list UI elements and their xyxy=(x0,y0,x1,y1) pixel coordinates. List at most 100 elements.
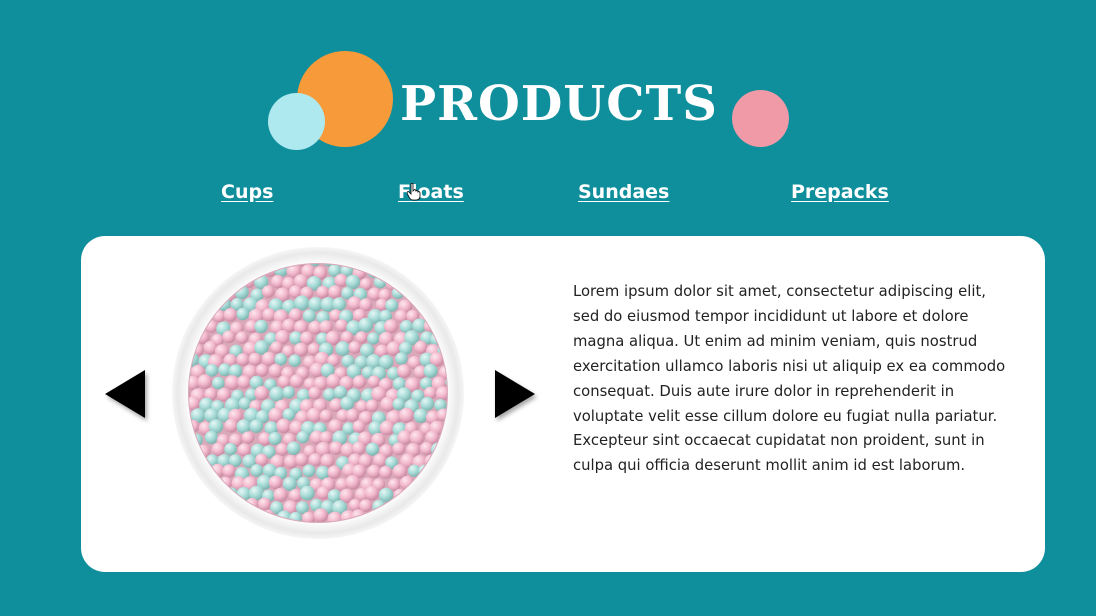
bead xyxy=(352,375,367,389)
bead xyxy=(335,319,348,332)
bead xyxy=(261,285,275,298)
bead xyxy=(414,340,428,354)
bead xyxy=(236,307,250,321)
product-description: Lorem ipsum dolor sit amet, consectetur … xyxy=(573,283,1006,475)
bead xyxy=(296,430,310,444)
next-arrow-icon[interactable] xyxy=(495,370,535,418)
bead xyxy=(316,285,330,299)
bead xyxy=(255,363,269,377)
bead xyxy=(302,309,316,323)
bead xyxy=(254,386,269,401)
bead xyxy=(365,442,380,456)
bead xyxy=(197,374,213,390)
bead xyxy=(313,508,329,522)
bead xyxy=(268,432,282,446)
bead xyxy=(420,396,435,411)
bead xyxy=(385,298,399,312)
bead xyxy=(289,374,304,388)
bead xyxy=(348,341,362,354)
bead xyxy=(282,476,297,491)
bead xyxy=(269,386,285,402)
bead xyxy=(413,408,428,423)
bead xyxy=(306,407,322,423)
bead xyxy=(238,397,252,410)
blue-circle-decoration xyxy=(268,93,325,150)
hand-pointer-cursor-icon xyxy=(407,183,421,201)
bead xyxy=(268,475,283,490)
bead xyxy=(261,351,277,367)
bead xyxy=(222,464,236,478)
bead xyxy=(399,407,415,423)
page-title: PRODUCTS xyxy=(400,76,718,132)
bead xyxy=(294,295,310,311)
bead xyxy=(308,386,322,400)
bead xyxy=(352,420,366,433)
bead xyxy=(327,465,341,479)
product-image-bowl xyxy=(172,247,464,539)
bead xyxy=(299,485,315,501)
bead xyxy=(224,442,237,456)
nav-link-cups[interactable]: Cups xyxy=(221,181,273,203)
bead xyxy=(308,453,322,467)
bead xyxy=(237,375,251,389)
bead xyxy=(222,330,236,344)
bead xyxy=(316,486,330,500)
bead xyxy=(379,420,395,436)
bead xyxy=(236,353,250,367)
bead xyxy=(329,441,343,455)
bead xyxy=(358,317,374,333)
bead xyxy=(268,363,283,378)
bead xyxy=(395,352,408,365)
previous-arrow-icon[interactable] xyxy=(105,370,145,418)
bead xyxy=(250,464,264,477)
bead xyxy=(379,465,393,479)
bead xyxy=(345,474,361,490)
product-card: Lorem ipsum dolor sit amet, consectetur … xyxy=(81,236,1045,572)
bead xyxy=(332,297,347,312)
bead xyxy=(274,353,288,366)
bead xyxy=(409,430,425,446)
bead xyxy=(211,442,226,456)
pink-circle-decoration xyxy=(732,90,789,147)
bead xyxy=(254,319,268,334)
bead xyxy=(423,363,438,379)
bead xyxy=(367,332,380,345)
bead xyxy=(248,352,262,366)
bead xyxy=(276,418,291,434)
bead xyxy=(270,341,283,354)
bead xyxy=(273,487,288,502)
bead xyxy=(275,443,289,456)
bead xyxy=(328,285,342,299)
bead xyxy=(204,430,218,444)
nav-link-prepacks[interactable]: Prepacks xyxy=(791,181,889,203)
bead xyxy=(352,441,366,455)
bead xyxy=(345,408,360,422)
bead xyxy=(249,419,264,433)
bead xyxy=(364,485,380,501)
nav-link-sundaes[interactable]: Sundaes xyxy=(578,181,669,203)
bead xyxy=(224,418,239,433)
bead xyxy=(335,341,351,357)
bead xyxy=(320,453,335,468)
bead xyxy=(302,464,316,478)
bead xyxy=(223,308,238,322)
bead xyxy=(282,386,295,399)
bead xyxy=(392,442,406,456)
bead xyxy=(288,354,302,367)
bead xyxy=(295,453,309,467)
bead xyxy=(384,319,399,334)
bead xyxy=(241,431,255,444)
bead xyxy=(262,308,276,322)
bead xyxy=(319,409,333,423)
header: PRODUCTS xyxy=(0,0,1096,160)
bead xyxy=(397,364,412,379)
bead xyxy=(367,464,381,479)
bead xyxy=(392,398,405,411)
bead xyxy=(365,399,379,412)
bead xyxy=(235,331,249,344)
bead xyxy=(345,274,361,290)
bead xyxy=(286,441,301,455)
bead xyxy=(212,376,225,390)
bead xyxy=(340,396,355,411)
bead xyxy=(367,375,381,388)
